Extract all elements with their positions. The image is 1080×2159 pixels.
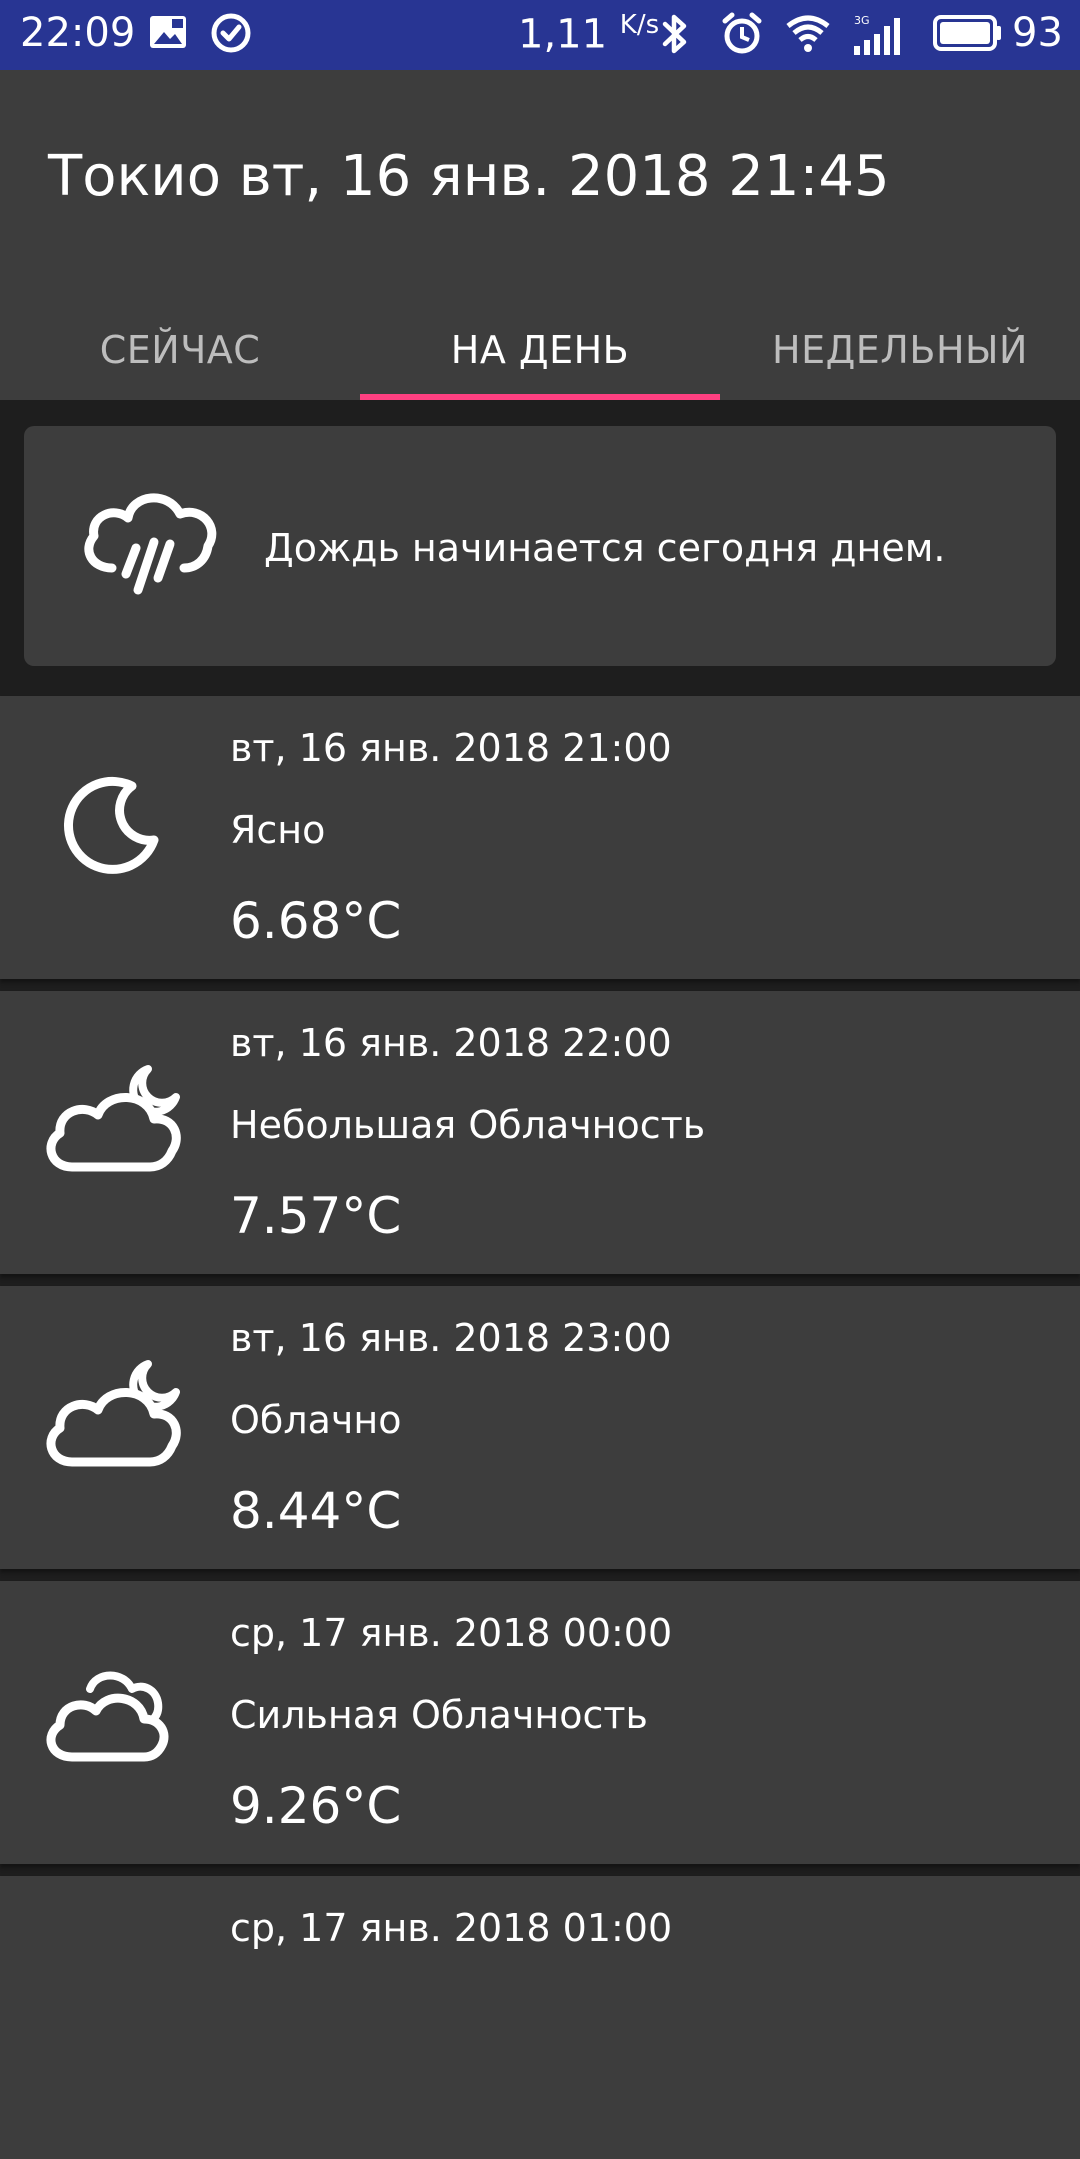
network-speed-unit: K/s <box>619 10 660 40</box>
tab-now[interactable]: СЕЙЧАС <box>0 300 360 400</box>
check-circle-icon <box>211 13 251 53</box>
clouds-icon <box>46 1671 169 1762</box>
list-item[interactable]: ср, 17 янв. 2018 00:00 Сильная Облачност… <box>0 1581 1080 1864</box>
forecast-description: Небольшая Облачность <box>230 1103 706 1147</box>
network-type: 3G <box>854 14 870 27</box>
forecast-date: вт, 16 янв. 2018 22:00 <box>230 1021 672 1065</box>
forecast-date: ср, 17 янв. 2018 00:00 <box>230 1611 673 1655</box>
rain-cloud-icon <box>84 493 217 595</box>
forecast-temperature: 7.57°C <box>230 1187 402 1245</box>
list-item[interactable]: вт, 16 янв. 2018 22:00 Небольшая Облачно… <box>0 991 1080 1274</box>
status-bar: 22:09 1,11 K/s 3G 93 <box>0 0 1080 70</box>
battery-icon <box>933 15 1001 51</box>
forecast-date: вт, 16 янв. 2018 23:00 <box>230 1316 672 1360</box>
alarm-icon <box>722 12 762 54</box>
forecast-temperature: 8.44°C <box>230 1482 402 1540</box>
forecast-date: ср, 17 янв. 2018 01:00 <box>230 1906 673 1950</box>
forecast-description: Ясно <box>230 808 326 852</box>
page-title: Токио вт, 16 янв. 2018 21:45 <box>48 144 890 209</box>
tab-bar: СЕЙЧАС НА ДЕНЬ НЕДЕЛЬНЫЙ <box>0 300 1080 400</box>
moon-icon <box>64 776 159 874</box>
tab-day[interactable]: НА ДЕНЬ <box>360 300 720 400</box>
forecast-description: Сильная Облачность <box>230 1693 648 1737</box>
forecast-temperature: 9.26°C <box>230 1777 402 1835</box>
bluetooth-icon <box>662 14 687 54</box>
network-speed: 1,11 K/s <box>518 10 659 57</box>
cloud-moon-icon <box>46 1360 181 1467</box>
cloud-moon-icon <box>46 1065 181 1172</box>
status-time: 22:09 <box>20 10 136 56</box>
wifi-icon <box>786 15 830 52</box>
tab-weekly[interactable]: НЕДЕЛЬНЫЙ <box>720 300 1080 400</box>
signal-icon: 3G <box>854 14 900 55</box>
battery-percent: 93 <box>1012 10 1063 56</box>
forecast-temperature: 6.68°C <box>230 892 402 950</box>
list-item[interactable]: вт, 16 янв. 2018 23:00 Облачно 8.44°C <box>0 1286 1080 1569</box>
network-speed-value: 1,11 <box>518 11 608 58</box>
list-item[interactable]: вт, 16 янв. 2018 21:00 Ясно 6.68°C <box>0 696 1080 979</box>
forecast-date: вт, 16 янв. 2018 21:00 <box>230 726 672 770</box>
forecast-description: Облачно <box>230 1398 402 1442</box>
summary-text: Дождь начинается сегодня днем. <box>264 526 946 570</box>
image-icon <box>150 16 186 48</box>
list-item[interactable]: ср, 17 янв. 2018 01:00 <box>0 1876 1080 2159</box>
app-bar: Токио вт, 16 янв. 2018 21:45 СЕЙЧАС НА Д… <box>0 70 1080 400</box>
summary-card: Дождь начинается сегодня днем. <box>24 426 1056 666</box>
